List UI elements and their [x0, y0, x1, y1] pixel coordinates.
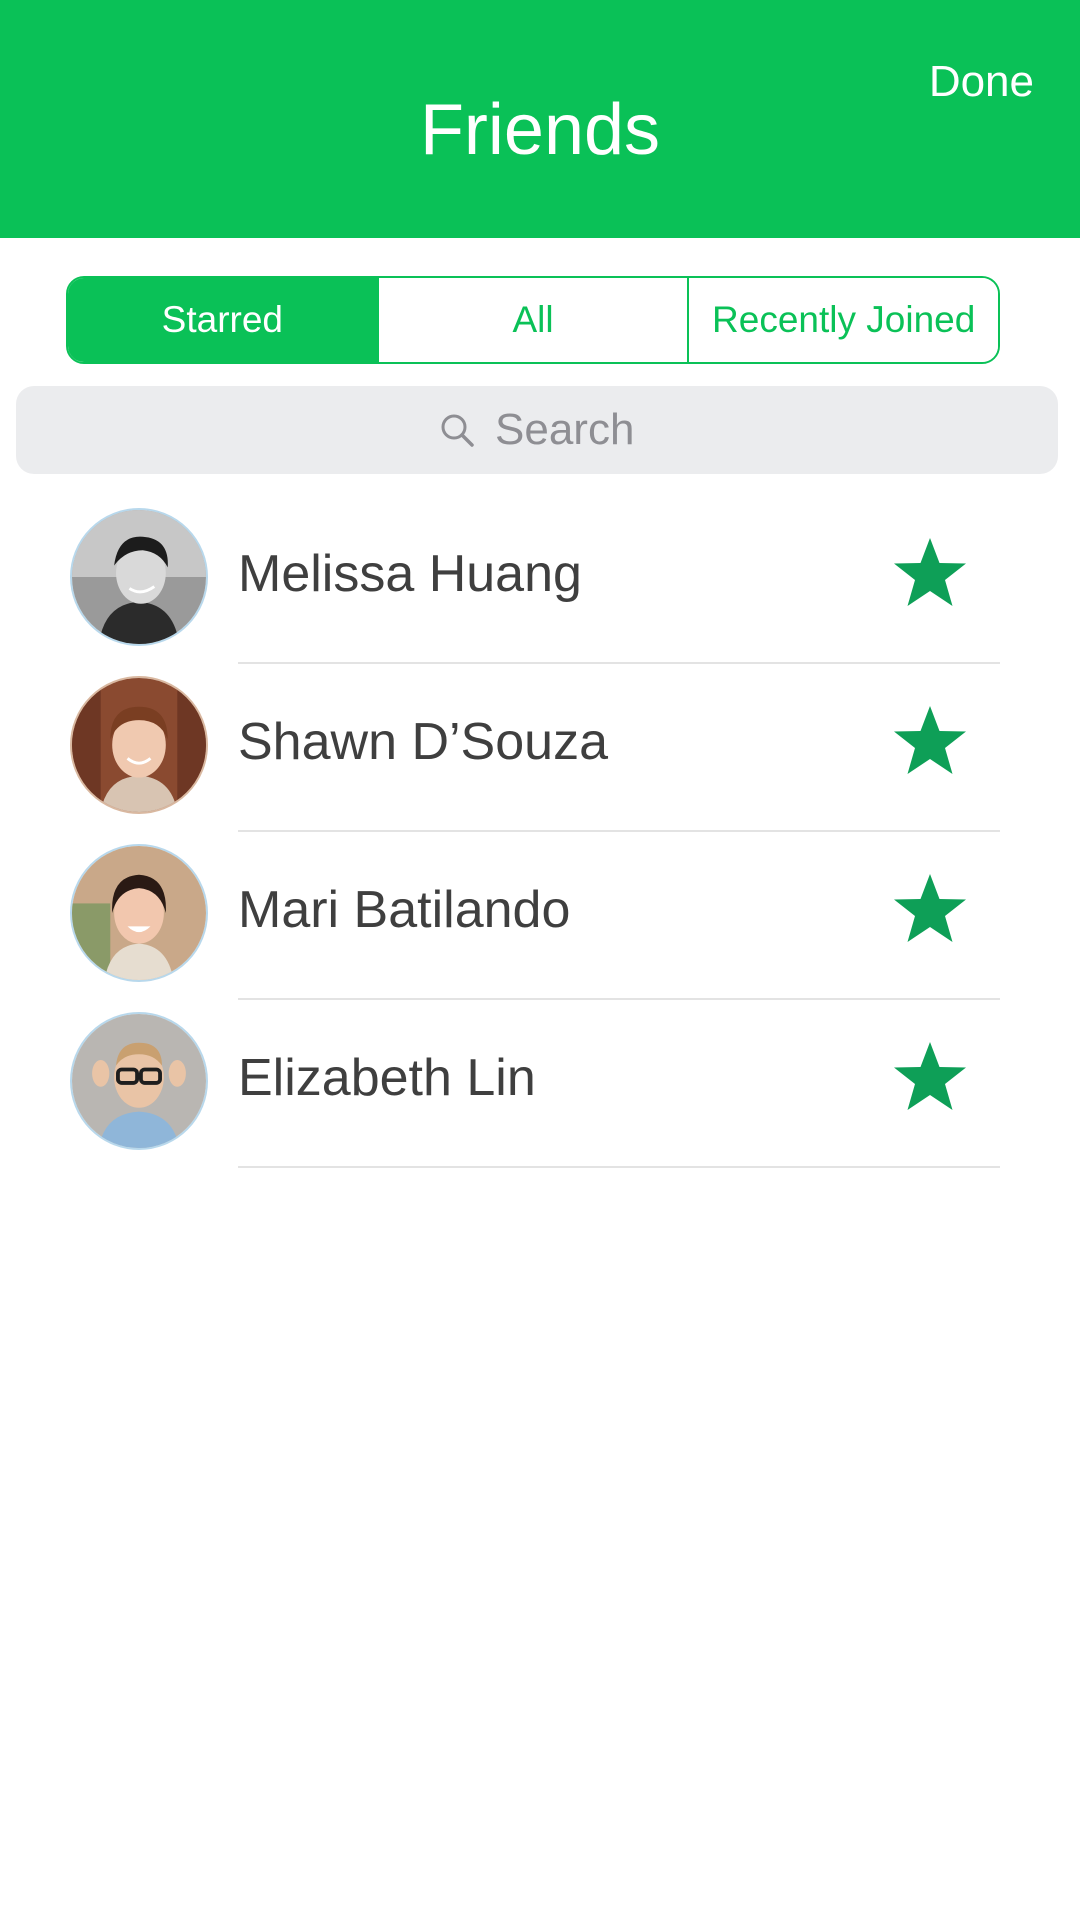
page-title: Friends	[419, 90, 661, 170]
row-divider	[238, 1166, 1000, 1168]
friend-name: Shawn D’Souza	[238, 713, 608, 771]
done-button[interactable]: Done	[929, 54, 1034, 110]
star-icon[interactable]	[890, 1038, 970, 1118]
tab-recently-joined[interactable]: Recently Joined	[687, 278, 998, 362]
search-icon	[439, 412, 475, 448]
tab-all[interactable]: All	[376, 278, 688, 362]
search-input[interactable]	[495, 405, 635, 455]
search-bar[interactable]	[16, 386, 1058, 474]
nav-header: Friends Done	[0, 0, 1080, 238]
star-icon[interactable]	[890, 534, 970, 614]
segmented-control: Starred All Recently Joined	[66, 276, 1000, 364]
friend-row[interactable]: Elizabeth Lin	[0, 1000, 1080, 1168]
avatar	[70, 1012, 208, 1150]
star-icon[interactable]	[890, 702, 970, 782]
friend-name: Elizabeth Lin	[238, 1049, 536, 1107]
star-icon[interactable]	[890, 870, 970, 950]
friend-name: Melissa Huang	[238, 545, 582, 603]
avatar	[70, 508, 208, 646]
avatar	[70, 844, 208, 982]
tab-starred[interactable]: Starred	[68, 278, 377, 362]
friend-row[interactable]: Melissa Huang	[0, 496, 1080, 664]
friend-row[interactable]: Mari Batilando	[0, 832, 1080, 1000]
friend-row[interactable]: Shawn D’Souza	[0, 664, 1080, 832]
friend-name: Mari Batilando	[238, 881, 571, 939]
friend-list: Melissa Huang Shawn D’Souza Mari Batilan…	[0, 496, 1080, 1168]
avatar	[70, 676, 208, 814]
